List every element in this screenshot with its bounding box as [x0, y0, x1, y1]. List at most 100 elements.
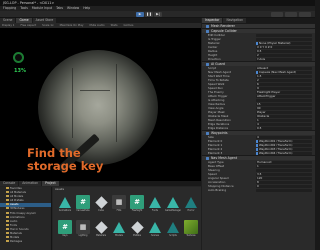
script-hash-icon: # — [130, 195, 144, 209]
property-value-field[interactable]: Flashlight Player — [256, 90, 312, 94]
script-hash-icon: # — [58, 220, 72, 234]
folder-icon — [6, 219, 9, 222]
asset-item-animations[interactable]: Animations — [57, 195, 73, 220]
property-value-field[interactable]: Humanoid — [256, 160, 312, 164]
layout-dropdown[interactable] — [299, 12, 311, 17]
tab-project[interactable]: Project — [42, 181, 59, 186]
property-value-field[interactable]: WayPoint04 (Transform) — [256, 151, 312, 155]
asset-label: Animations — [58, 209, 72, 212]
component-title: Mesh Renderer — [211, 24, 235, 28]
asset-label: Fonts — [152, 209, 158, 212]
prefab-triangle-icon — [184, 195, 198, 209]
property-value-field[interactable]: 8 — [256, 180, 312, 184]
pause-button[interactable]: ❚❚ — [145, 12, 153, 17]
asset-label: Horror — [187, 209, 195, 212]
asset-label: GameManager — [165, 209, 181, 212]
tab-animation[interactable]: Animation — [19, 181, 42, 186]
property-value-field[interactable] — [256, 37, 312, 41]
property-value-field[interactable]: WayPoint02 (Transform) — [256, 143, 312, 147]
asset-item-keys[interactable]: # Keys — [57, 220, 73, 245]
play-button[interactable]: ▶ — [136, 12, 144, 17]
asset-grid: Animations # CanvasFade Cube ▦ FOG # Flashlight… — [57, 195, 199, 250]
folder-label: Packages — [10, 240, 23, 244]
property-value-field[interactable]: 0 — [256, 184, 312, 188]
asset-item-lighting[interactable]: ▦ Lighting — [75, 220, 91, 245]
folder-tree-item[interactable]: Packages — [0, 240, 51, 244]
property-label: Element 3 — [208, 151, 223, 155]
folder-icon — [6, 207, 9, 210]
asset-item-canvasfade[interactable]: # CanvasFade — [75, 195, 91, 220]
property-value-field[interactable]: Capsule (Nav Mesh Agent) — [256, 70, 312, 74]
property-value-field[interactable]: 2 — [256, 53, 312, 57]
prefab-triangle-icon — [166, 220, 180, 234]
asset-label: Keys — [62, 234, 68, 237]
layers-dropdown[interactable] — [285, 12, 297, 17]
property-value-field[interactable]: 6 — [256, 82, 312, 86]
property-value-field[interactable]: 1 — [256, 118, 312, 122]
property-value-field[interactable]: 2 — [256, 78, 312, 82]
asset-item-prefabs[interactable]: Prefabs — [129, 220, 145, 245]
unity-editor-window: JSG-LOP - Personal* - <DX11> Flopping To… — [0, 0, 315, 250]
asset-item-models[interactable]: Models — [111, 220, 127, 245]
folder-grid-icon: ▦ — [112, 195, 126, 209]
tab-console[interactable]: Console — [0, 181, 19, 186]
property-value-field[interactable]: 0.5 — [256, 49, 312, 53]
property-value-field[interactable]: 1.5 — [256, 74, 312, 78]
property-value-field[interactable]: 1 — [256, 164, 312, 168]
asset-item-cube[interactable]: Cube — [93, 195, 109, 220]
game-view[interactable]: 13% Find the storage key — [0, 28, 201, 181]
step-button[interactable]: ▶| — [154, 12, 162, 17]
prefab-triangle-icon — [112, 220, 126, 234]
asset-label: Materials — [95, 234, 107, 237]
property-row-edge-distance: Edge Distance 0.5 — [202, 126, 315, 130]
property-value-field[interactable]: None (Physic Material) — [256, 41, 312, 45]
property-value-field[interactable]: 9 — [256, 86, 312, 90]
asset-item-fog[interactable]: ▦ FOG — [111, 195, 127, 220]
property-value-field[interactable]: 3.5 — [256, 172, 312, 176]
folder-label: All Materials — [10, 191, 26, 195]
cube-model-icon — [130, 220, 144, 234]
triangle-shape — [149, 221, 161, 233]
property-value-field[interactable]: 90 — [256, 106, 312, 110]
folder-label: All Models — [10, 195, 24, 199]
property-value-field[interactable]: AttackTrigger — [256, 94, 312, 98]
enabled-checkbox[interactable] — [206, 25, 209, 28]
folder-label: FOG Creepy Asylum — [10, 211, 36, 215]
objective-line-2: storage key — [27, 159, 104, 173]
property-value-field[interactable]: 4 — [256, 135, 312, 139]
folder-label: Assets — [10, 203, 19, 207]
folder-icon — [6, 236, 9, 239]
property-value-field[interactable] — [256, 168, 312, 172]
collab-dropdown[interactable] — [271, 12, 283, 17]
asset-label: CanvasFade — [76, 209, 90, 212]
asset-item-fonts[interactable]: Fonts — [147, 195, 163, 220]
asset-item-gamemanager[interactable]: GameManager — [165, 195, 181, 220]
asset-browser: Assets Animations # CanvasFade Cube ▦ FOG # Fla… — [53, 187, 201, 250]
triangle-shape — [185, 196, 197, 208]
property-value-field[interactable]: X 0 Y 0 Z 0 — [256, 45, 312, 49]
property-value-field[interactable]: 120 — [256, 176, 312, 180]
asset-item-scenes[interactable]: Scenes — [147, 220, 163, 245]
prefab-triangle-icon — [58, 195, 72, 209]
property-value-field[interactable] — [256, 188, 312, 192]
property-value-field[interactable]: Player — [256, 110, 312, 114]
property-value-field[interactable]: 4 — [256, 122, 312, 126]
toolbar-right — [271, 12, 311, 17]
asset-item-horror[interactable]: Horror — [183, 195, 199, 220]
asset-item-textures[interactable]: Textures — [183, 220, 199, 245]
property-value-field[interactable]: 15 — [256, 102, 312, 106]
property-value-field[interactable] — [256, 98, 312, 102]
property-value-field[interactable]: WayPoint03 (Transform) — [256, 147, 312, 151]
asset-label: Textures — [186, 234, 196, 237]
property-value-field[interactable]: 0.5 — [256, 126, 312, 130]
health-ring-icon — [13, 52, 24, 63]
asset-item-flashlight[interactable]: # Flashlight — [129, 195, 145, 220]
property-value-field[interactable] — [256, 33, 312, 37]
property-value-field[interactable]: AIGuard — [256, 66, 312, 70]
asset-item-materials[interactable]: Materials — [93, 220, 109, 245]
property-value-field[interactable]: Obstacle — [256, 114, 312, 118]
asset-item-scripts[interactable]: Scripts — [165, 220, 181, 245]
property-value-field[interactable]: Y-Axis — [256, 57, 312, 61]
property-value-field[interactable]: WayPoint01 (Transform) — [256, 139, 312, 143]
folder-icon — [6, 240, 9, 243]
